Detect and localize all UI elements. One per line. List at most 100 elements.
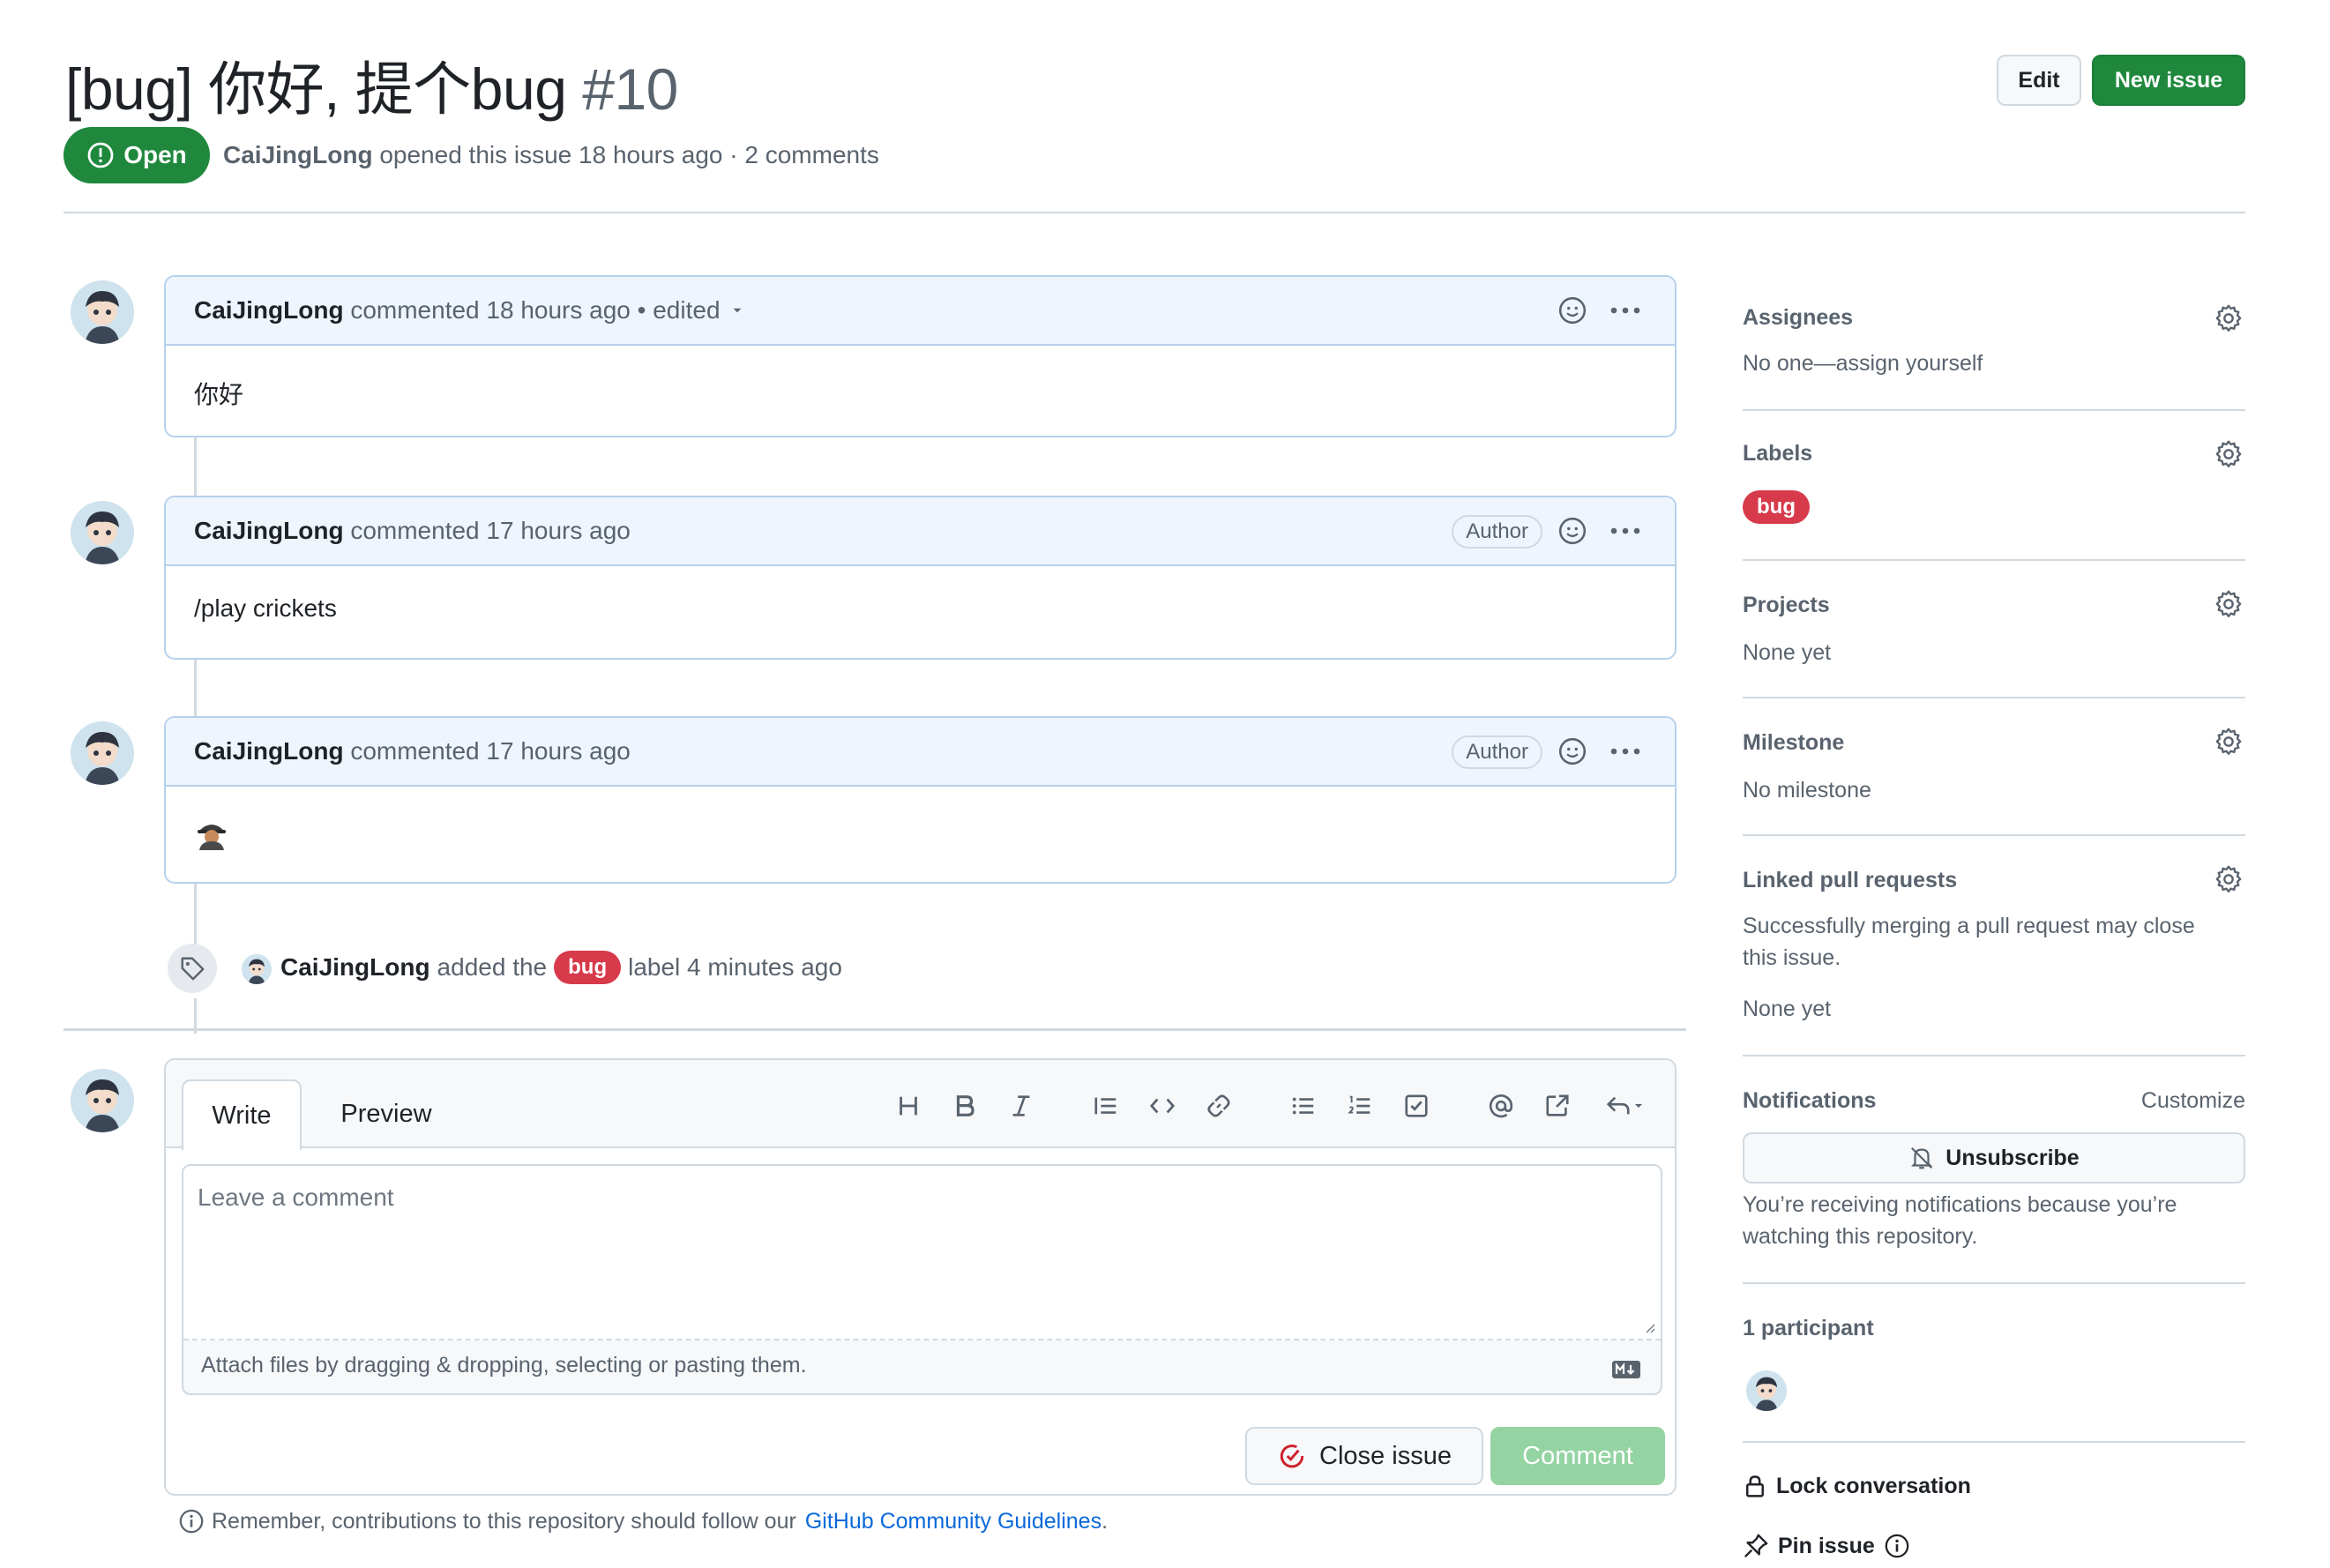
code-button[interactable]: [1146, 1090, 1178, 1122]
comment-button[interactable]: Comment: [1490, 1427, 1665, 1485]
gear-icon[interactable]: [2214, 864, 2244, 894]
unsubscribe-button[interactable]: Unsubscribe: [1743, 1132, 2245, 1183]
event-text-pre: added the: [437, 953, 548, 981]
markdown-icon[interactable]: [1611, 1360, 1641, 1379]
comment-textarea[interactable]: Leave a comment Attach files by dragging…: [182, 1164, 1662, 1395]
assignees-value[interactable]: No one—assign yourself: [1743, 351, 1983, 377]
comment-edited-label[interactable]: • edited: [638, 296, 721, 325]
pin-icon: [1744, 1534, 1768, 1558]
link-button[interactable]: [1203, 1090, 1235, 1122]
bug-label[interactable]: bug: [1743, 490, 1810, 524]
comment-input-area[interactable]: Leave a comment: [183, 1166, 1661, 1340]
ordered-list-button[interactable]: [1344, 1090, 1376, 1122]
comment-header: CaiJingLong commented 18 hours ago • edi…: [166, 277, 1675, 346]
cross-reference-icon: [1546, 1094, 1569, 1116]
comment-body: 你好: [194, 381, 244, 408]
saved-replies-button[interactable]: [1598, 1090, 1653, 1122]
lock-conversation-label: Lock conversation: [1776, 1473, 1971, 1498]
issue-number: #10: [582, 56, 678, 122]
sidebar-divider: [1743, 1441, 2245, 1443]
comment-timestamp[interactable]: commented 17 hours ago: [350, 737, 631, 765]
detective-emoji-icon: [198, 825, 226, 850]
comment-placeholder: Leave a comment: [198, 1183, 394, 1211]
labels-heading[interactable]: Labels: [1743, 441, 1812, 467]
issue-title-text: [bug] 你好, 提个bug: [65, 56, 567, 122]
add-reaction-button[interactable]: [1557, 295, 1588, 326]
avatar[interactable]: [71, 1069, 134, 1132]
comment-composer: Write Preview Leave a comment Attach fil…: [164, 1058, 1677, 1496]
gear-icon[interactable]: [2214, 439, 2244, 469]
issue-author-link[interactable]: CaiJingLong: [223, 141, 373, 168]
event-text-post[interactable]: label 4 minutes ago: [628, 953, 842, 982]
list-unordered-icon: [1292, 1097, 1314, 1115]
linked-prs-heading[interactable]: Linked pull requests: [1743, 868, 1957, 893]
attach-files-hint[interactable]: Attach files by dragging & dropping, sel…: [201, 1353, 807, 1378]
comment-options-button[interactable]: [1608, 515, 1643, 547]
info-icon: [179, 1509, 204, 1534]
info-icon[interactable]: [1884, 1533, 1910, 1559]
cross-reference-button[interactable]: [1542, 1090, 1573, 1122]
gear-icon[interactable]: [2214, 303, 2244, 333]
comment-card: CaiJingLong commented 17 hours ago Autho…: [164, 496, 1677, 660]
italic-button[interactable]: [1005, 1090, 1037, 1122]
timeline-line: [194, 884, 197, 949]
community-guidelines-link[interactable]: GitHub Community Guidelines: [805, 1509, 1102, 1534]
tab-preview[interactable]: Preview: [319, 1079, 453, 1148]
close-issue-button[interactable]: Close issue: [1245, 1427, 1483, 1485]
avatar[interactable]: [242, 954, 272, 984]
comment-timestamp[interactable]: commented 18 hours ago: [350, 296, 631, 325]
notifications-reason: You’re receiving notifications because y…: [1743, 1192, 2177, 1217]
linked-prs-description: Successfully merging a pull request may …: [1743, 914, 2195, 938]
participant-avatar[interactable]: [1746, 1370, 1787, 1411]
kebab-horizontal-icon: [1610, 307, 1640, 314]
quote-button[interactable]: [1090, 1090, 1122, 1122]
mention-icon: [1489, 1094, 1513, 1118]
comment-author[interactable]: CaiJingLong: [194, 737, 344, 765]
milestone-heading[interactable]: Milestone: [1743, 730, 1844, 756]
edit-button[interactable]: Edit: [1997, 55, 2081, 106]
lock-conversation-button[interactable]: Lock conversation: [1743, 1473, 1971, 1499]
issue-title: [bug] 你好, 提个bug #10: [65, 42, 678, 127]
bold-button[interactable]: [949, 1090, 981, 1122]
chevron-down-icon[interactable]: [729, 302, 745, 318]
add-reaction-button[interactable]: [1557, 735, 1588, 767]
timeline-end-divider: [63, 1028, 1686, 1031]
task-list-button[interactable]: [1400, 1090, 1432, 1122]
sidebar-divider: [1743, 559, 2245, 561]
sidebar-divider: [1743, 697, 2245, 698]
sidebar-divider: [1743, 834, 2245, 836]
projects-heading[interactable]: Projects: [1743, 593, 1830, 618]
pin-issue-button[interactable]: Pin issue: [1743, 1533, 1910, 1559]
link-icon: [1207, 1094, 1230, 1117]
customize-link[interactable]: Customize: [2141, 1088, 2245, 1114]
avatar[interactable]: [71, 721, 134, 785]
tasklist-icon: [1405, 1094, 1428, 1117]
heading-button[interactable]: [892, 1090, 924, 1122]
comment-timestamp[interactable]: commented 17 hours ago: [350, 517, 631, 545]
pin-issue-label: Pin issue: [1778, 1533, 1875, 1558]
new-issue-button[interactable]: New issue: [2092, 55, 2245, 106]
comment-options-button[interactable]: [1608, 735, 1643, 767]
resize-handle-icon[interactable]: [1643, 1321, 1655, 1333]
bell-slash-icon: [1911, 1146, 1933, 1169]
comment-author[interactable]: CaiJingLong: [194, 517, 344, 545]
list-ordered-icon: [1348, 1095, 1370, 1114]
kebab-horizontal-icon: [1610, 527, 1640, 534]
comment-header: CaiJingLong commented 17 hours ago Autho…: [166, 497, 1675, 566]
gear-icon[interactable]: [2214, 727, 2244, 757]
avatar[interactable]: [71, 280, 134, 344]
comment-body: [166, 787, 1675, 885]
header-divider: [63, 212, 2245, 213]
event-actor[interactable]: CaiJingLong: [280, 953, 430, 982]
tab-write[interactable]: Write: [182, 1079, 302, 1150]
gear-icon[interactable]: [2214, 589, 2244, 619]
unordered-list-button[interactable]: [1288, 1090, 1319, 1122]
smiley-icon: [1558, 296, 1587, 325]
add-reaction-button[interactable]: [1557, 515, 1588, 547]
comment-author[interactable]: CaiJingLong: [194, 296, 344, 325]
bug-label[interactable]: bug: [554, 951, 622, 984]
mention-button[interactable]: [1485, 1090, 1517, 1122]
avatar[interactable]: [71, 501, 134, 564]
assignees-heading[interactable]: Assignees: [1743, 305, 1853, 331]
comment-options-button[interactable]: [1608, 295, 1643, 326]
